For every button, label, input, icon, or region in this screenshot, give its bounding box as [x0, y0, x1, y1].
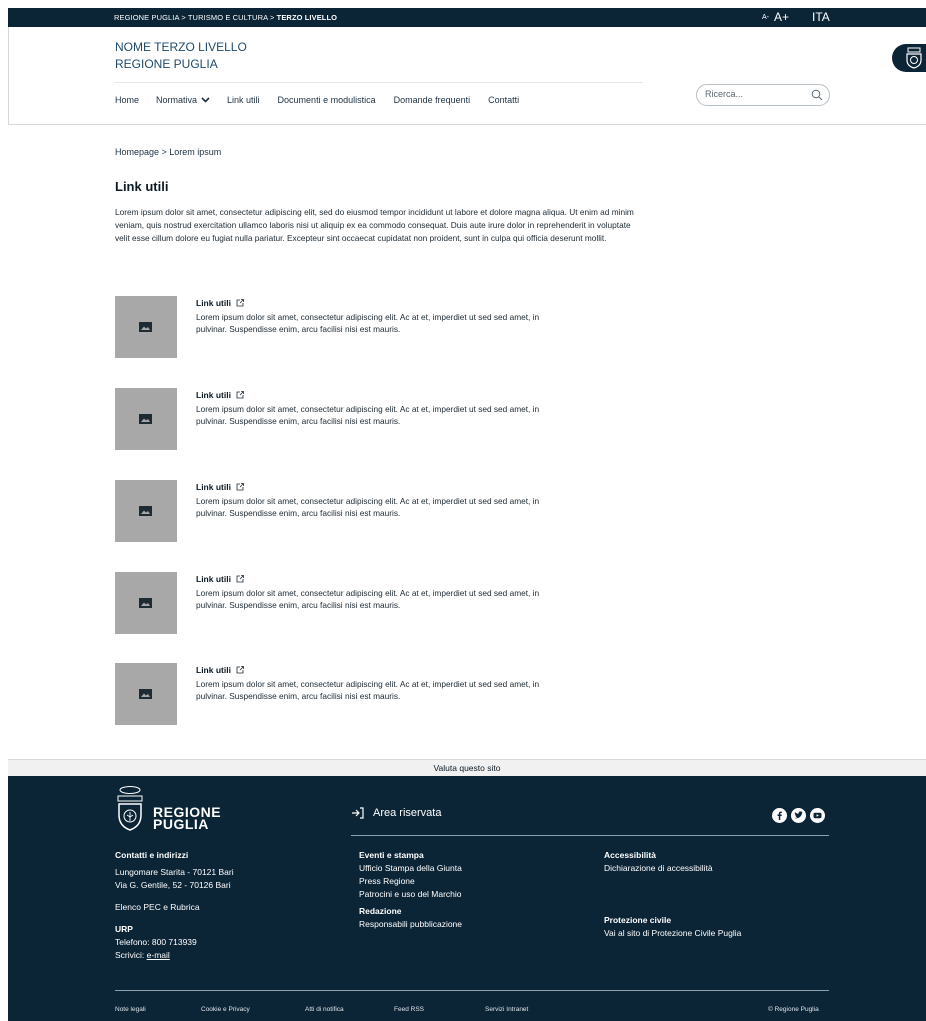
footer-link[interactable]: Dichiarazione di accessibilità — [604, 862, 741, 875]
footer-col-accessibilita: Accessibilità Dichiarazione di accessibi… — [604, 849, 741, 940]
list-item: Link utili Lorem ipsum dolor sit amet, c… — [115, 572, 555, 634]
footer-link[interactable]: Ufficio Stampa della Giunta — [359, 862, 462, 875]
nav-item-contatti[interactable]: Contatti — [488, 95, 519, 105]
chevron-down-icon — [201, 97, 210, 103]
area-riservata-link[interactable]: Area riservata — [351, 807, 441, 819]
search-input[interactable] — [705, 89, 805, 99]
external-link-icon — [236, 575, 244, 583]
nav-item-documenti[interactable]: Documenti e modulistica — [278, 95, 376, 105]
footer-heading: Contatti e indirizzi — [115, 850, 189, 860]
top-breadcrumb-current: TERZO LIVELLO — [276, 13, 338, 22]
link-thumbnail[interactable] — [115, 388, 177, 450]
link-thumbnail[interactable] — [115, 480, 177, 542]
list-item: Link utili Lorem ipsum dolor sit amet, c… — [115, 663, 555, 725]
link-title[interactable]: Link utili — [196, 665, 244, 675]
breadcrumb[interactable]: Homepage > Lorem ipsum — [115, 147, 221, 157]
region-crest-icon — [906, 47, 922, 69]
rate-site-bar[interactable]: Valuta questo sito — [8, 759, 926, 776]
list-item: Link utili Lorem ipsum dolor sit amet, c… — [115, 480, 555, 542]
region-crest-icon — [117, 786, 143, 831]
link-description: Lorem ipsum dolor sit amet, consectetur … — [196, 404, 540, 426]
footer-logo-text: REGIONE PUGLIA — [153, 804, 222, 832]
image-placeholder-icon — [139, 689, 152, 699]
footer-link-pec[interactable]: Elenco PEC e Rubrica — [115, 901, 234, 914]
main-nav: Home Normativa Link utili Documenti e mo… — [115, 95, 519, 105]
site-name-line2: REGIONE PUGLIA — [115, 57, 218, 71]
image-placeholder-icon — [139, 414, 152, 424]
footer-divider — [351, 835, 829, 836]
link-description: Lorem ipsum dolor sit amet, consectetur … — [196, 679, 540, 701]
footer-link[interactable]: Vai al sito di Protezione Civile Puglia — [604, 927, 741, 940]
nav-item-link-utili[interactable]: Link utili — [227, 95, 260, 105]
external-link-icon — [236, 666, 244, 674]
external-link-icon — [236, 299, 244, 307]
site-footer: REGIONE PUGLIA Area riservata Contatti e… — [8, 776, 926, 1021]
side-accessibility-badge[interactable] — [892, 44, 926, 72]
nav-item-domande[interactable]: Domande frequenti — [394, 95, 471, 105]
page-title: Link utili — [115, 179, 169, 194]
footer-link[interactable]: Patrocini e uso del Marchio — [359, 888, 462, 901]
login-arrow-icon — [352, 807, 364, 819]
link-description: Lorem ipsum dolor sit amet, consectetur … — [196, 496, 540, 518]
footer-heading: URP — [115, 924, 133, 934]
image-placeholder-icon — [139, 598, 152, 608]
top-breadcrumb-path[interactable]: REGIONE PUGLIA > TURISMO E CULTURA > — [114, 13, 277, 22]
site-name[interactable]: NOME TERZO LIVELLO REGIONE PUGLIA — [115, 39, 247, 73]
external-link-icon — [236, 483, 244, 491]
link-thumbnail[interactable] — [115, 296, 177, 358]
image-placeholder-icon — [139, 322, 152, 332]
footer-divider — [115, 990, 829, 991]
footer-bottom-link[interactable]: Feed RSS — [394, 1006, 424, 1013]
footer-bottom-link[interactable]: Servizi Intranet — [485, 1006, 528, 1013]
footer-bottom-link[interactable]: Note legali — [115, 1006, 146, 1013]
link-title[interactable]: Link utili — [196, 390, 244, 400]
font-increase-button[interactable]: A+ — [774, 10, 789, 24]
link-title[interactable]: Link utili — [196, 298, 244, 308]
link-title[interactable]: Link utili — [196, 482, 244, 492]
site-header: NOME TERZO LIVELLO REGIONE PUGLIA Home N… — [8, 27, 926, 125]
search-icon[interactable] — [811, 89, 823, 101]
footer-address: Via G. Gentile, 52 - 70126 Bari — [115, 880, 231, 890]
footer-col-contatti: Contatti e indirizzi Lungomare Starita -… — [115, 849, 234, 962]
language-selector[interactable]: ITA — [812, 10, 830, 24]
search-box — [696, 84, 830, 106]
site-name-line1: NOME TERZO LIVELLO — [115, 40, 247, 54]
external-link-icon — [236, 391, 244, 399]
footer-copyright: © Regione Puglia — [768, 1006, 819, 1013]
social-links — [768, 808, 825, 828]
footer-write-us: Scrivici: e-mail — [115, 950, 170, 960]
footer-heading: Accessibilità — [604, 850, 656, 860]
link-thumbnail[interactable] — [115, 572, 177, 634]
image-placeholder-icon — [139, 506, 152, 516]
footer-email-link[interactable]: e-mail — [147, 950, 170, 960]
footer-logo[interactable]: REGIONE PUGLIA — [115, 785, 225, 833]
footer-col-eventi: Eventi e stampa Ufficio Stampa della Giu… — [359, 849, 462, 931]
footer-heading: Eventi e stampa — [359, 850, 424, 860]
link-description: Lorem ipsum dolor sit amet, consectetur … — [196, 312, 540, 334]
top-utility-bar: REGIONE PUGLIA > TURISMO E CULTURA > TER… — [8, 8, 926, 27]
footer-link[interactable]: Press Regione — [359, 875, 462, 888]
footer-bottom-link[interactable]: Atti di notifica — [305, 1006, 344, 1013]
nav-item-home[interactable]: Home — [115, 95, 139, 105]
twitter-icon[interactable] — [791, 808, 806, 828]
youtube-icon[interactable] — [810, 808, 825, 828]
link-thumbnail[interactable] — [115, 663, 177, 725]
list-item: Link utili Lorem ipsum dolor sit amet, c… — [115, 296, 555, 358]
link-title[interactable]: Link utili — [196, 574, 244, 584]
page-intro: Lorem ipsum dolor sit amet, consectetur … — [115, 207, 634, 243]
link-description: Lorem ipsum dolor sit amet, consectetur … — [196, 588, 540, 610]
footer-address: Lungomare Starita - 70121 Bari — [115, 867, 234, 877]
footer-phone: Telefono: 800 713939 — [115, 937, 197, 947]
list-item: Link utili Lorem ipsum dolor sit amet, c… — [115, 388, 555, 450]
top-breadcrumb: REGIONE PUGLIA > TURISMO E CULTURA > TER… — [114, 13, 337, 22]
font-decrease-button[interactable]: A- — [762, 14, 769, 21]
footer-link[interactable]: Responsabili pubblicazione — [359, 918, 462, 931]
footer-bottom-link[interactable]: Cookie e Privacy — [201, 1006, 250, 1013]
footer-heading: Redazione — [359, 906, 402, 916]
header-divider — [115, 82, 643, 83]
facebook-icon[interactable] — [772, 808, 787, 828]
nav-item-normativa[interactable]: Normativa — [156, 95, 210, 105]
footer-heading: Protezione civile — [604, 915, 672, 925]
